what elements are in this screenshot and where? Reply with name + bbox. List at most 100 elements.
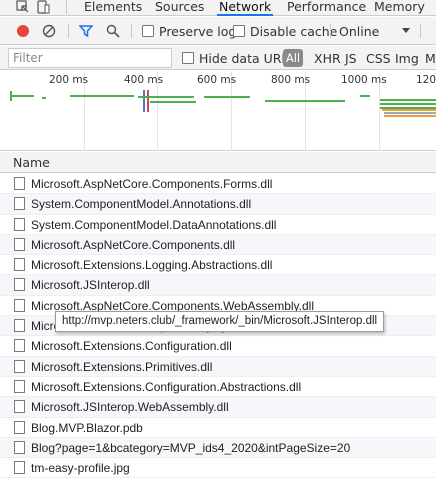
tab-network[interactable]: Network <box>217 0 274 16</box>
request-name: Blog?page=1&bcategory=MVP_ids4_2020&intP… <box>31 440 351 455</box>
disable-cache-checkbox[interactable] <box>233 25 245 37</box>
filter-input[interactable]: Filter <box>8 48 172 68</box>
network-toolbar: Preserve log Disable cache Online <box>0 17 436 45</box>
hide-data-urls-label: Hide data URLs <box>199 51 295 66</box>
type-filter-media[interactable]: M <box>425 51 436 66</box>
request-row[interactable]: System.ComponentModel.Annotations.dll <box>0 194 436 215</box>
timeline-bar <box>138 96 194 98</box>
column-header-label: Name <box>13 155 50 170</box>
timeline-bar <box>70 95 134 97</box>
file-icon <box>14 319 25 333</box>
timeline-bar <box>150 101 196 103</box>
file-icon <box>14 298 25 312</box>
request-name: Microsoft.AspNetCore.Components.Forms.dl… <box>31 177 273 191</box>
file-icon <box>14 278 25 292</box>
toolbar-separator <box>420 24 421 38</box>
request-row[interactable]: Blog?page=1&bcategory=MVP_ids4_2020&intP… <box>0 437 436 459</box>
timeline-tick: 600 ms <box>197 74 237 86</box>
column-header-name[interactable]: Name <box>0 152 436 173</box>
file-icon <box>14 461 25 475</box>
timeline-bar <box>382 109 436 111</box>
hide-data-urls-checkbox[interactable] <box>182 52 194 64</box>
toolbar-separator <box>131 24 132 38</box>
file-icon <box>14 258 25 272</box>
type-filter-css[interactable]: CSS <box>366 51 391 66</box>
file-icon <box>14 400 25 414</box>
request-name: System.ComponentModel.DataAnnotations.dl… <box>31 217 277 232</box>
request-row[interactable]: Microsoft.JSInterop.WebAssembly.dll <box>0 397 436 418</box>
filter-bar: Filter Hide data URLs All XHR JS CSS Img… <box>0 46 436 70</box>
file-icon <box>14 197 25 211</box>
request-row[interactable]: Blog.MVP.Blazor.pdb <box>0 418 436 438</box>
timeline-bar <box>384 112 436 114</box>
request-row[interactable]: Microsoft.Extensions.Logging.Abstraction… <box>0 255 436 276</box>
toolbar-separator <box>68 24 69 38</box>
request-row[interactable]: System.ComponentModel.DataAnnotations.dl… <box>0 215 436 235</box>
request-row[interactable]: Microsoft.AspNetCore.Components.dll <box>0 234 436 256</box>
request-row[interactable]: Microsoft.AspNetCore.Components.Forms.dl… <box>0 174 436 195</box>
tab-sources[interactable]: Sources <box>153 0 206 16</box>
timeline-bar <box>10 91 12 101</box>
request-name: Microsoft.JSInterop.WebAssembly.dll <box>31 400 229 415</box>
devtools-tab-bar: Elements Sources Network Performance Mem… <box>0 0 436 16</box>
clear-icon[interactable] <box>42 24 56 38</box>
network-overview-timeline[interactable]: 200 ms 400 ms 600 ms 800 ms 1000 ms 1200 <box>0 71 436 151</box>
type-filter-all[interactable]: All <box>283 49 303 67</box>
request-row[interactable]: Microsoft.JSInterop.dll <box>0 275 436 296</box>
timeline-bar <box>360 95 370 97</box>
timeline-tick: 1000 ms <box>341 74 387 86</box>
type-filter-img[interactable]: Img <box>395 51 419 66</box>
file-icon <box>14 420 25 434</box>
timeline-marker <box>147 90 149 112</box>
preserve-log-checkbox[interactable] <box>142 25 154 37</box>
file-icon <box>14 217 25 231</box>
request-row[interactable]: Microsoft.Extensions.Configuration.dll <box>0 336 436 357</box>
timeline-tick: 400 ms <box>124 74 164 86</box>
timeline-tick: 800 ms <box>271 74 311 86</box>
file-icon <box>14 440 25 454</box>
timeline-tick: 200 ms <box>49 74 89 86</box>
timeline-bar <box>380 99 436 101</box>
file-icon <box>14 339 25 353</box>
toolbar-separator <box>330 24 331 38</box>
timeline-bar <box>42 97 46 99</box>
request-row[interactable]: Microsoft.Extensions.Configuration.Abstr… <box>0 377 436 398</box>
file-icon <box>14 177 25 190</box>
preserve-log-label: Preserve log <box>159 24 237 39</box>
request-name: Microsoft.AspNetCore.Components.dll <box>31 237 236 252</box>
inspect-element-icon[interactable] <box>16 0 30 14</box>
type-filter-xhr[interactable]: XHR <box>314 51 341 66</box>
timeline-bar <box>384 115 436 117</box>
request-name: System.ComponentModel.Annotations.dll <box>31 197 252 212</box>
request-name: Microsoft.Extensions.Configuration.Abstr… <box>31 379 302 394</box>
request-name: Microsoft.Extensions.Configuration.dll <box>31 339 232 354</box>
request-name: Microsoft.Extensions.Primitives.dll <box>31 359 213 374</box>
record-button[interactable] <box>17 25 29 37</box>
request-name: Blog.MVP.Blazor.pdb <box>31 420 143 435</box>
timeline-tick: 1200 <box>416 74 436 86</box>
request-row[interactable]: Microsoft.Extensions.Primitives.dll <box>0 356 436 377</box>
type-filter-js[interactable]: JS <box>345 51 357 66</box>
chevron-down-icon[interactable] <box>402 28 410 34</box>
request-row[interactable]: tm-easy-profile.jpg <box>0 458 436 479</box>
request-name: tm-easy-profile.jpg <box>31 461 130 476</box>
file-icon <box>14 359 25 373</box>
tab-memory[interactable]: Memory <box>372 0 427 16</box>
device-toolbar-icon[interactable] <box>36 0 50 14</box>
timeline-bar <box>204 96 250 98</box>
search-icon[interactable] <box>106 24 120 38</box>
disable-cache-label: Disable cache <box>250 24 338 39</box>
file-icon <box>14 379 25 393</box>
tab-separator <box>66 0 67 14</box>
timeline-marker <box>143 90 145 112</box>
timeline-bar <box>265 100 345 102</box>
url-tooltip: http://mvp.neters.club/_framework/_bin/M… <box>55 311 385 332</box>
request-name: Microsoft.Extensions.Logging.Abstraction… <box>31 258 273 273</box>
request-name: Microsoft.JSInterop.dll <box>31 278 150 293</box>
throttling-select[interactable]: Online <box>339 24 379 39</box>
file-icon <box>14 237 25 251</box>
timeline-bar <box>380 103 436 105</box>
filter-icon[interactable] <box>79 24 93 38</box>
tab-performance[interactable]: Performance <box>285 0 368 16</box>
tab-elements[interactable]: Elements <box>82 0 144 16</box>
